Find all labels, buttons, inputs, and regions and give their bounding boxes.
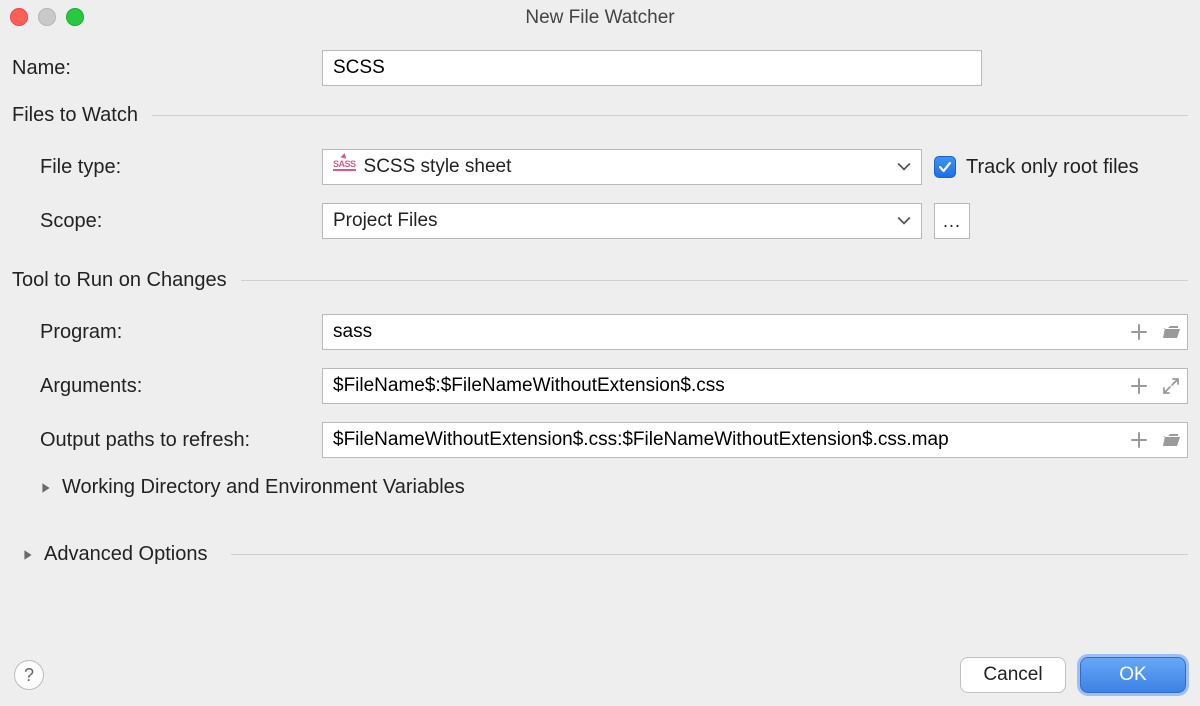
triangle-right-icon	[22, 549, 34, 561]
group-files-to-watch: Files to Watch	[12, 104, 1188, 127]
window-title: New File Watcher	[525, 7, 674, 29]
output-paths-row: Output paths to refresh:	[12, 422, 1188, 458]
help-button[interactable]: ?	[14, 660, 44, 690]
cancel-button-label: Cancel	[983, 664, 1042, 686]
disclosure-advanced-options[interactable]: Advanced Options	[22, 543, 1188, 566]
track-only-root-checkbox[interactable]: Track only root files	[934, 156, 1139, 179]
file-type-select[interactable]: SASS SCSS style sheet	[322, 149, 922, 185]
disclosure-working-dir-label: Working Directory and Environment Variab…	[62, 476, 465, 499]
disclosure-working-dir[interactable]: Working Directory and Environment Variab…	[40, 476, 1188, 499]
name-input[interactable]	[322, 50, 982, 86]
folder-open-icon	[1161, 322, 1181, 342]
group-tool-to-run-label: Tool to Run on Changes	[12, 269, 227, 292]
expand-arguments-button[interactable]	[1158, 373, 1184, 399]
dialog-footer: ? Cancel OK	[0, 644, 1200, 706]
insert-macro-button[interactable]	[1126, 319, 1152, 345]
program-input[interactable]	[322, 314, 1188, 350]
zoom-window-button[interactable]	[66, 8, 84, 26]
scope-value: Project Files	[333, 210, 438, 232]
output-paths-input[interactable]	[322, 422, 1188, 458]
triangle-right-icon	[40, 482, 52, 494]
name-row: Name:	[12, 50, 1188, 86]
minimize-window-button	[38, 8, 56, 26]
group-tool-to-run: Tool to Run on Changes	[12, 269, 1188, 292]
browse-program-button[interactable]	[1158, 319, 1184, 345]
scope-browse-button[interactable]: ...	[934, 203, 970, 239]
chevron-down-icon	[897, 216, 911, 226]
program-row: Program:	[12, 314, 1188, 350]
sass-icon: SASS	[333, 159, 356, 171]
group-separator	[241, 280, 1188, 281]
arguments-input[interactable]	[322, 368, 1188, 404]
help-icon: ?	[24, 665, 34, 686]
browse-output-button[interactable]	[1158, 427, 1184, 453]
scope-row: Scope: Project Files ...	[12, 203, 1188, 239]
chevron-down-icon	[897, 162, 911, 172]
file-type-label: File type:	[12, 156, 322, 179]
ok-button[interactable]: OK	[1080, 657, 1186, 693]
group-separator	[152, 115, 1188, 116]
ellipsis-icon: ...	[943, 211, 961, 232]
cancel-button[interactable]: Cancel	[960, 657, 1066, 693]
arguments-row: Arguments:	[12, 368, 1188, 404]
insert-macro-button[interactable]	[1126, 427, 1152, 453]
scope-label: Scope:	[12, 210, 322, 233]
insert-macro-button[interactable]	[1126, 373, 1152, 399]
scope-select[interactable]: Project Files	[322, 203, 922, 239]
close-window-button[interactable]	[10, 8, 28, 26]
disclosure-advanced-label: Advanced Options	[44, 543, 207, 566]
name-label: Name:	[12, 57, 322, 80]
plus-icon	[1129, 322, 1149, 342]
program-label: Program:	[12, 321, 322, 344]
arguments-label: Arguments:	[12, 375, 322, 398]
output-paths-label: Output paths to refresh:	[12, 429, 322, 452]
title-bar: New File Watcher	[0, 0, 1200, 36]
group-files-to-watch-label: Files to Watch	[12, 104, 138, 127]
file-type-value: SCSS style sheet	[364, 156, 512, 178]
checkmark-icon	[934, 156, 956, 178]
expand-icon	[1161, 376, 1181, 396]
folder-open-icon	[1161, 430, 1181, 450]
window-controls	[10, 8, 84, 26]
plus-icon	[1129, 376, 1149, 396]
ok-button-label: OK	[1119, 664, 1146, 686]
plus-icon	[1129, 430, 1149, 450]
track-only-root-label: Track only root files	[966, 156, 1139, 179]
file-type-row: File type: SASS SCSS style sheet Track o…	[12, 149, 1188, 185]
group-separator	[231, 554, 1188, 555]
